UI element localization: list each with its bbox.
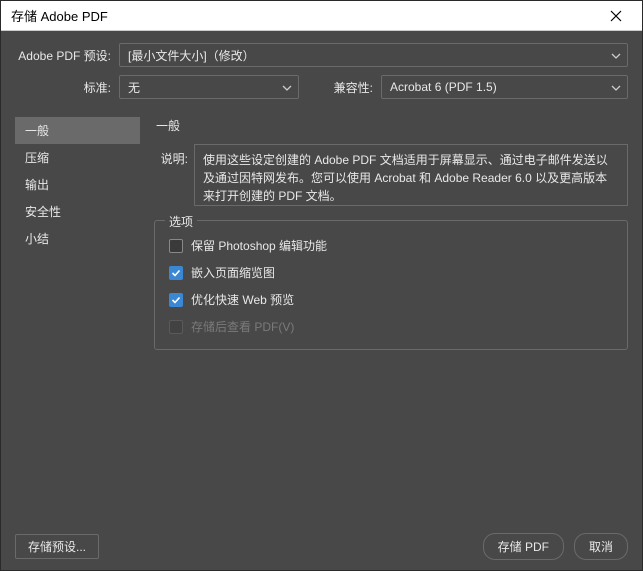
sidebar-item-label: 一般 xyxy=(25,124,49,138)
sidebar-item-compression[interactable]: 压缩 xyxy=(15,144,140,171)
sidebar-item-label: 安全性 xyxy=(25,205,61,219)
description-text[interactable]: 使用这些设定创建的 Adobe PDF 文档适用于屏幕显示、通过电子邮件发送以及… xyxy=(194,144,628,206)
chevron-down-icon xyxy=(282,80,292,94)
sidebar-item-label: 压缩 xyxy=(25,151,49,165)
option-view-after-save: 存储后查看 PDF(V) xyxy=(169,318,613,335)
titlebar: 存储 Adobe PDF xyxy=(1,1,642,31)
save-pdf-button[interactable]: 存储 PDF xyxy=(483,533,564,560)
sidebar-item-general[interactable]: 一般 xyxy=(15,117,140,144)
options-fieldset: 选项 保留 Photoshop 编辑功能 嵌入页面缩览图 xyxy=(154,220,628,350)
chevron-down-icon xyxy=(611,48,621,62)
sidebar-item-output[interactable]: 输出 xyxy=(15,171,140,198)
dialog-body: Adobe PDF 预设: [最小文件大小]（修改） 标准: 无 兼容性: Ac… xyxy=(1,31,642,570)
option-label: 存储后查看 PDF(V) xyxy=(191,318,294,335)
sidebar-item-label: 输出 xyxy=(25,178,49,192)
standard-select[interactable]: 无 xyxy=(119,75,299,99)
description-row: 说明: 使用这些设定创建的 Adobe PDF 文档适用于屏幕显示、通过电子邮件… xyxy=(154,144,628,206)
option-embed-thumbnails[interactable]: 嵌入页面缩览图 xyxy=(169,264,613,281)
option-preserve-editing[interactable]: 保留 Photoshop 编辑功能 xyxy=(169,237,613,254)
compat-label: 兼容性: xyxy=(323,79,381,96)
checkbox-icon xyxy=(169,266,183,280)
sidebar-item-security[interactable]: 安全性 xyxy=(15,198,140,225)
checkbox-icon xyxy=(169,239,183,253)
sidebar-item-label: 小结 xyxy=(25,232,49,246)
close-icon xyxy=(610,10,622,22)
preset-value: [最小文件大小]（修改） xyxy=(128,47,255,64)
description-label: 说明: xyxy=(154,144,194,206)
option-fast-web-view[interactable]: 优化快速 Web 预览 xyxy=(169,291,613,308)
preset-row: Adobe PDF 预设: [最小文件大小]（修改） xyxy=(15,43,628,67)
option-label: 优化快速 Web 预览 xyxy=(191,291,294,308)
option-label: 保留 Photoshop 编辑功能 xyxy=(191,237,327,254)
panel-title: 一般 xyxy=(154,117,628,134)
chevron-down-icon xyxy=(611,80,621,94)
preset-select[interactable]: [最小文件大小]（修改） xyxy=(119,43,628,67)
compat-value: Acrobat 6 (PDF 1.5) xyxy=(390,80,497,94)
sidebar: 一般 压缩 输出 安全性 小结 xyxy=(15,117,140,523)
dialog-window: 存储 Adobe PDF Adobe PDF 预设: [最小文件大小]（修改） … xyxy=(0,0,643,571)
options-title: 选项 xyxy=(165,213,197,230)
middle-area: 一般 压缩 输出 安全性 小结 一般 说明: 使用这些设定创建的 Adobe P… xyxy=(15,117,628,523)
main-panel: 一般 说明: 使用这些设定创建的 Adobe PDF 文档适用于屏幕显示、通过电… xyxy=(154,117,628,523)
checkbox-icon xyxy=(169,320,183,334)
checkbox-icon xyxy=(169,293,183,307)
standard-value: 无 xyxy=(128,79,140,96)
footer: 存储预设... 存储 PDF 取消 xyxy=(15,523,628,560)
standard-label: 标准: xyxy=(15,79,119,96)
save-preset-button[interactable]: 存储预设... xyxy=(15,534,99,559)
close-button[interactable] xyxy=(596,2,636,30)
option-label: 嵌入页面缩览图 xyxy=(191,264,275,281)
window-title: 存储 Adobe PDF xyxy=(11,6,596,25)
preset-label: Adobe PDF 预设: xyxy=(15,47,119,64)
cancel-button[interactable]: 取消 xyxy=(574,533,628,560)
sidebar-item-summary[interactable]: 小结 xyxy=(15,225,140,252)
standard-compat-row: 标准: 无 兼容性: Acrobat 6 (PDF 1.5) xyxy=(15,75,628,99)
compat-select[interactable]: Acrobat 6 (PDF 1.5) xyxy=(381,75,628,99)
